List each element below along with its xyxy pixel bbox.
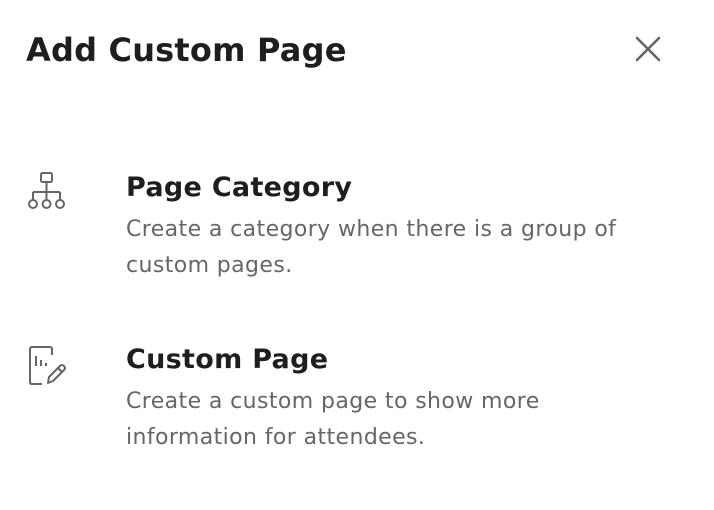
add-custom-page-dialog: Add Custom Page Page Category Create a c… bbox=[0, 0, 714, 510]
document-edit-icon bbox=[26, 344, 68, 386]
option-custom-page[interactable]: Custom Page Create a custom page to show… bbox=[0, 336, 714, 466]
close-icon bbox=[634, 35, 662, 66]
option-title: Custom Page bbox=[126, 344, 329, 375]
option-title: Page Category bbox=[126, 172, 353, 203]
sitemap-icon bbox=[26, 172, 68, 214]
option-description: Create a custom page to show more inform… bbox=[126, 389, 540, 450]
dialog-title: Add Custom Page bbox=[26, 31, 347, 69]
close-button[interactable] bbox=[628, 30, 668, 70]
option-page-category[interactable]: Page Category Create a category when the… bbox=[0, 164, 714, 294]
option-description: Create a category when there is a group … bbox=[126, 217, 617, 278]
